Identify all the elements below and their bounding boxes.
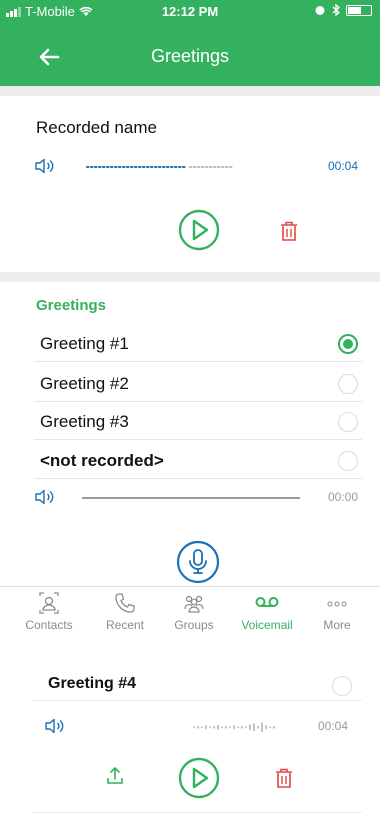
greeting-4-player[interactable]: 00:04 <box>44 717 348 737</box>
battery-icon <box>346 4 372 16</box>
title-row: Greetings <box>0 42 380 72</box>
speaker-icon[interactable] <box>44 717 66 735</box>
recorded-name-title: Recorded name <box>36 118 157 137</box>
radio-unselected[interactable] <box>338 412 358 432</box>
tab-more[interactable]: More <box>302 591 372 632</box>
greeting-label: Greeting #1 <box>40 334 129 353</box>
greetings-section-label: Greetings <box>36 297 107 314</box>
greeting-row-not-recorded[interactable]: <not recorded> <box>34 443 362 479</box>
speaker-icon[interactable] <box>34 488 56 506</box>
contacts-icon <box>39 592 59 614</box>
alarm-icon <box>315 6 325 15</box>
tab-bar: Contacts Recent Groups Voicemail More <box>0 586 380 642</box>
recorded-name-duration: 00:04 <box>327 159 358 173</box>
tab-label: Recent <box>105 618 145 632</box>
tab-contacts[interactable]: Contacts <box>14 591 84 632</box>
radio-unselected[interactable] <box>338 374 358 394</box>
greeting-player[interactable]: 00:00 <box>34 488 358 508</box>
greeting-label: <not recorded> <box>40 451 164 470</box>
greeting-4-title: Greeting #4 <box>48 675 137 692</box>
divider <box>32 700 362 701</box>
page-title: Greetings <box>150 46 230 66</box>
tab-voicemail[interactable]: Voicemail <box>232 591 302 632</box>
greeting-row-1[interactable]: Greeting #1 <box>34 326 362 362</box>
more-icon <box>327 601 347 607</box>
voicemail-icon <box>255 597 279 607</box>
share-icon[interactable] <box>105 766 125 786</box>
phone-icon <box>115 593 135 613</box>
status-bar: T-Mobile 12:12 PM <box>0 0 380 22</box>
audio-progress-dots[interactable] <box>86 165 236 169</box>
greeting-label: Greeting #2 <box>40 374 129 393</box>
radio-unselected[interactable] <box>332 676 352 696</box>
greeting-label: Greeting #3 <box>40 412 129 431</box>
groups-icon <box>184 595 204 613</box>
audio-waveform[interactable] <box>192 721 300 733</box>
status-right <box>314 4 372 16</box>
audio-progress-bar[interactable] <box>82 497 300 499</box>
tab-groups[interactable]: Groups <box>159 591 229 632</box>
play-icon[interactable] <box>178 209 220 251</box>
play-icon[interactable] <box>178 757 220 799</box>
recorded-name-player[interactable]: 00:04 <box>34 157 358 177</box>
greeting-row-2[interactable]: Greeting #2 <box>34 366 362 402</box>
app-header: T-Mobile 12:12 PM Greetings <box>0 0 380 86</box>
microphone-icon[interactable] <box>176 540 220 584</box>
greeting-4-duration: 00:04 <box>317 719 348 733</box>
trash-icon[interactable] <box>279 220 299 242</box>
bluetooth-icon <box>332 4 340 16</box>
tab-label: Groups <box>174 618 214 632</box>
greeting-player-time: 00:00 <box>327 490 358 504</box>
tab-label: More <box>323 618 351 632</box>
speaker-icon[interactable] <box>34 157 56 175</box>
tab-recent[interactable]: Recent <box>90 591 160 632</box>
tab-label: Voicemail <box>241 618 293 632</box>
trash-icon[interactable] <box>274 767 294 789</box>
divider <box>32 812 362 813</box>
tab-label: Contacts <box>25 618 73 632</box>
radio-unselected[interactable] <box>338 451 358 471</box>
section-divider <box>0 86 380 96</box>
section-divider <box>0 272 380 282</box>
greeting-row-3[interactable]: Greeting #3 <box>34 404 362 440</box>
radio-selected[interactable] <box>338 334 358 354</box>
